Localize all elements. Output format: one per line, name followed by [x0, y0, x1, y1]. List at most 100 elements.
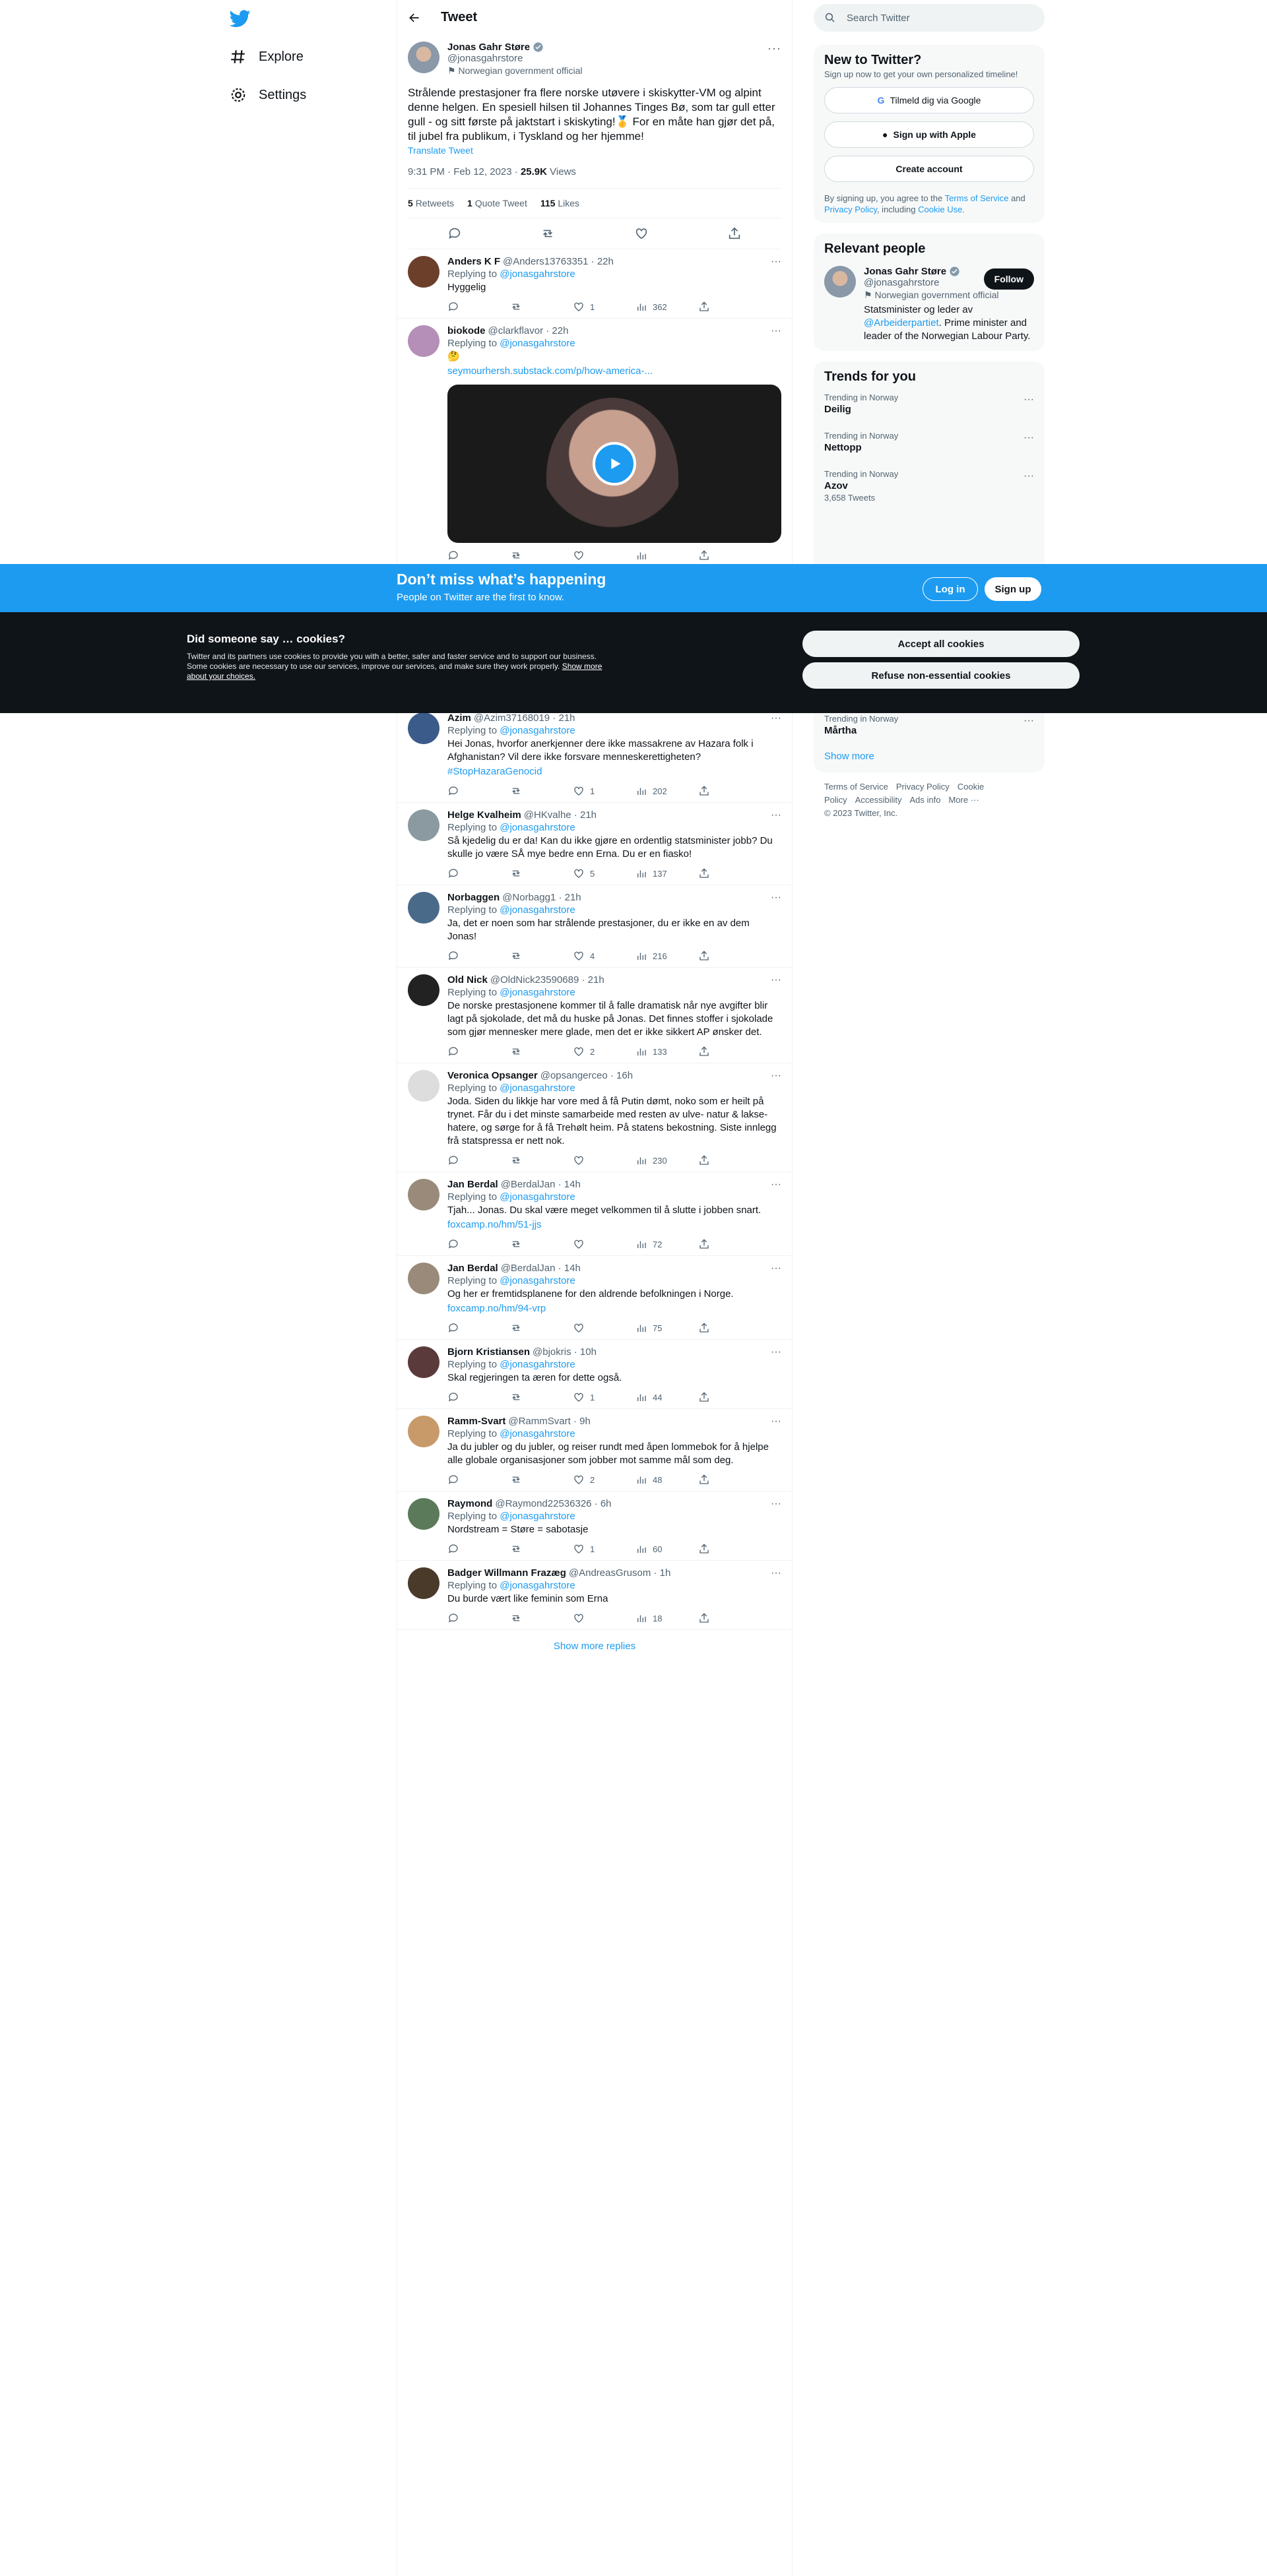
reply-button[interactable]	[447, 1238, 510, 1250]
avatar[interactable]	[408, 325, 439, 357]
like-button[interactable]	[573, 1154, 635, 1166]
replying-to-mention[interactable]: @jonasgahrstore	[500, 1511, 575, 1522]
login-button[interactable]: Log in	[923, 577, 978, 601]
reply-button[interactable]	[447, 1046, 510, 1057]
reply-author-name[interactable]: Raymond	[447, 1498, 492, 1509]
views-button[interactable]: 48	[635, 1474, 698, 1486]
like-button[interactable]: 1	[573, 301, 635, 313]
external-link[interactable]: foxcamp.no/hm/94-vrp	[447, 1303, 546, 1314]
privacy-policy-link[interactable]: Privacy Policy	[824, 204, 877, 214]
more-options-icon[interactable]: ···	[771, 974, 781, 986]
avatar[interactable]	[408, 712, 439, 744]
like-button[interactable]	[573, 1322, 635, 1334]
footer-link[interactable]: Privacy Policy	[896, 782, 950, 792]
avatar[interactable]	[824, 266, 856, 298]
reply-button[interactable]	[447, 950, 510, 962]
avatar[interactable]	[408, 1567, 439, 1599]
replying-to-mention[interactable]: @jonasgahrstore	[500, 268, 575, 280]
reply-tweet[interactable]: Helge Kvalheim @HKvalhe · 21h Replying to…	[397, 803, 792, 885]
reply-tweet[interactable]: Jan Berdal @BerdalJan · 14h Replying to @…	[397, 1256, 792, 1340]
replying-to-mention[interactable]: @jonasgahrstore	[500, 725, 575, 736]
share-icon[interactable]	[727, 226, 742, 241]
reply-author-handle[interactable]: @Raymond22536326 · 6h	[495, 1498, 611, 1509]
trend-item[interactable]: Trending in Norway Nettopp ···	[824, 423, 1034, 461]
reply-author-handle[interactable]: @Anders13763351 · 22h	[503, 256, 614, 267]
reply-tweet[interactable]: Jan Berdal @BerdalJan · 14h Replying to @…	[397, 1172, 792, 1256]
external-link[interactable]: foxcamp.no/hm/51-jjs	[447, 1219, 542, 1230]
play-icon[interactable]	[593, 442, 636, 486]
replying-to-mention[interactable]: @jonasgahrstore	[500, 338, 575, 349]
retweet-button[interactable]	[510, 1474, 573, 1486]
more-options-icon[interactable]: ···	[771, 712, 781, 724]
avatar[interactable]	[408, 809, 439, 841]
twitter-logo-icon[interactable]	[229, 8, 253, 32]
like-button[interactable]: 2	[573, 1046, 635, 1057]
reply-button[interactable]	[447, 867, 510, 879]
reply-tweet[interactable]: Anders K F @Anders13763351 · 22h Replying…	[397, 249, 792, 319]
views-button[interactable]: 137	[635, 867, 698, 879]
share-button[interactable]	[698, 1391, 761, 1403]
back-arrow-icon[interactable]	[408, 11, 421, 24]
terms-of-service-link[interactable]: Terms of Service	[945, 193, 1009, 203]
replying-to-mention[interactable]: @jonasgahrstore	[500, 987, 575, 998]
reply-tweet[interactable]: Bjorn Kristiansen @bjokris · 10h Replying…	[397, 1340, 792, 1409]
tweet-time[interactable]: 9:31 PM · Feb 12, 2023	[408, 166, 512, 177]
reply-tweet[interactable]: biokode @clarkflavor · 22h Replying to @j…	[397, 319, 792, 567]
reply-button[interactable]	[447, 1612, 510, 1624]
more-options-icon[interactable]: ···	[771, 1179, 781, 1191]
reply-author-handle[interactable]: @BerdalJan · 14h	[501, 1263, 581, 1274]
more-options-icon[interactable]: ···	[771, 1263, 781, 1274]
retweet-button[interactable]	[510, 867, 573, 879]
reply-author-name[interactable]: Ramm-Svart	[447, 1416, 505, 1427]
reply-button[interactable]	[447, 1391, 510, 1403]
reply-tweet[interactable]: Old Nick @OldNick23590689 · 21h Replying …	[397, 968, 792, 1063]
share-button[interactable]	[698, 1046, 761, 1057]
share-button[interactable]	[698, 785, 761, 797]
follow-button[interactable]: Follow	[983, 268, 1034, 290]
quotes-stat[interactable]: 1 Quote Tweet	[467, 198, 527, 208]
avatar[interactable]	[408, 892, 439, 924]
reply-author-name[interactable]: Badger Willmann Frazæg	[447, 1567, 566, 1579]
share-button[interactable]	[698, 1474, 761, 1486]
reply-author-name[interactable]: biokode	[447, 325, 486, 336]
like-icon[interactable]	[634, 226, 649, 241]
reply-author-name[interactable]: Old Nick	[447, 974, 488, 986]
share-button[interactable]	[698, 301, 761, 313]
views-button[interactable]: 60	[635, 1543, 698, 1555]
footer-link[interactable]: Ads info	[909, 795, 940, 805]
reply-tweet[interactable]: Ramm-Svart @RammSvart · 9h Replying to @j…	[397, 1409, 792, 1492]
accept-cookies-button[interactable]: Accept all cookies	[802, 631, 1080, 657]
retweet-button[interactable]	[510, 1322, 573, 1334]
reply-tweet[interactable]: Veronica Opsanger @opsangerceo · 16h Repl…	[397, 1063, 792, 1172]
reply-button[interactable]	[447, 1154, 510, 1166]
video-player[interactable]	[447, 385, 781, 543]
signup-button[interactable]: Sign up	[985, 577, 1041, 601]
like-button[interactable]	[573, 1612, 635, 1624]
more-options-icon[interactable]: ···	[771, 1346, 781, 1358]
reply-author-handle[interactable]: @AndreasGrusom · 1h	[569, 1567, 670, 1579]
reply-author-handle[interactable]: @HKvalhe · 21h	[524, 809, 597, 821]
more-options-icon[interactable]: ···	[771, 892, 781, 904]
share-button[interactable]	[698, 1322, 761, 1334]
more-options-icon[interactable]: ···	[771, 1416, 781, 1428]
views-button[interactable]: 18	[635, 1612, 698, 1624]
more-options-icon[interactable]: ···	[771, 809, 781, 821]
replying-to-mention[interactable]: @jonasgahrstore	[500, 1083, 575, 1094]
reply-author-name[interactable]: Veronica Opsanger	[447, 1070, 538, 1081]
author-handle[interactable]: @jonasgahrstore	[447, 53, 583, 64]
apple-signup-button[interactable]: ● Sign up with Apple	[824, 121, 1034, 148]
reply-author-name[interactable]: Bjorn Kristiansen	[447, 1346, 530, 1358]
translate-tweet-link[interactable]: Translate Tweet	[408, 145, 781, 156]
reply-tweet[interactable]: Badger Willmann Frazæg @AndreasGrusom · 1…	[397, 1561, 792, 1630]
footer-link[interactable]: Accessibility	[855, 795, 902, 805]
share-button[interactable]	[698, 1543, 761, 1555]
avatar[interactable]	[408, 1263, 439, 1294]
replying-to-mention[interactable]: @jonasgahrstore	[500, 1275, 575, 1286]
views-button[interactable]: 202	[635, 785, 698, 797]
more-options-icon[interactable]: ···	[771, 256, 781, 268]
reply-author-name[interactable]: Jan Berdal	[447, 1179, 498, 1190]
footer-link[interactable]: Terms of Service	[824, 782, 888, 792]
show-more-replies-button[interactable]: Show more replies	[397, 1630, 792, 1662]
reply-button[interactable]	[447, 1474, 510, 1486]
more-options-icon[interactable]: ···	[1023, 470, 1034, 482]
